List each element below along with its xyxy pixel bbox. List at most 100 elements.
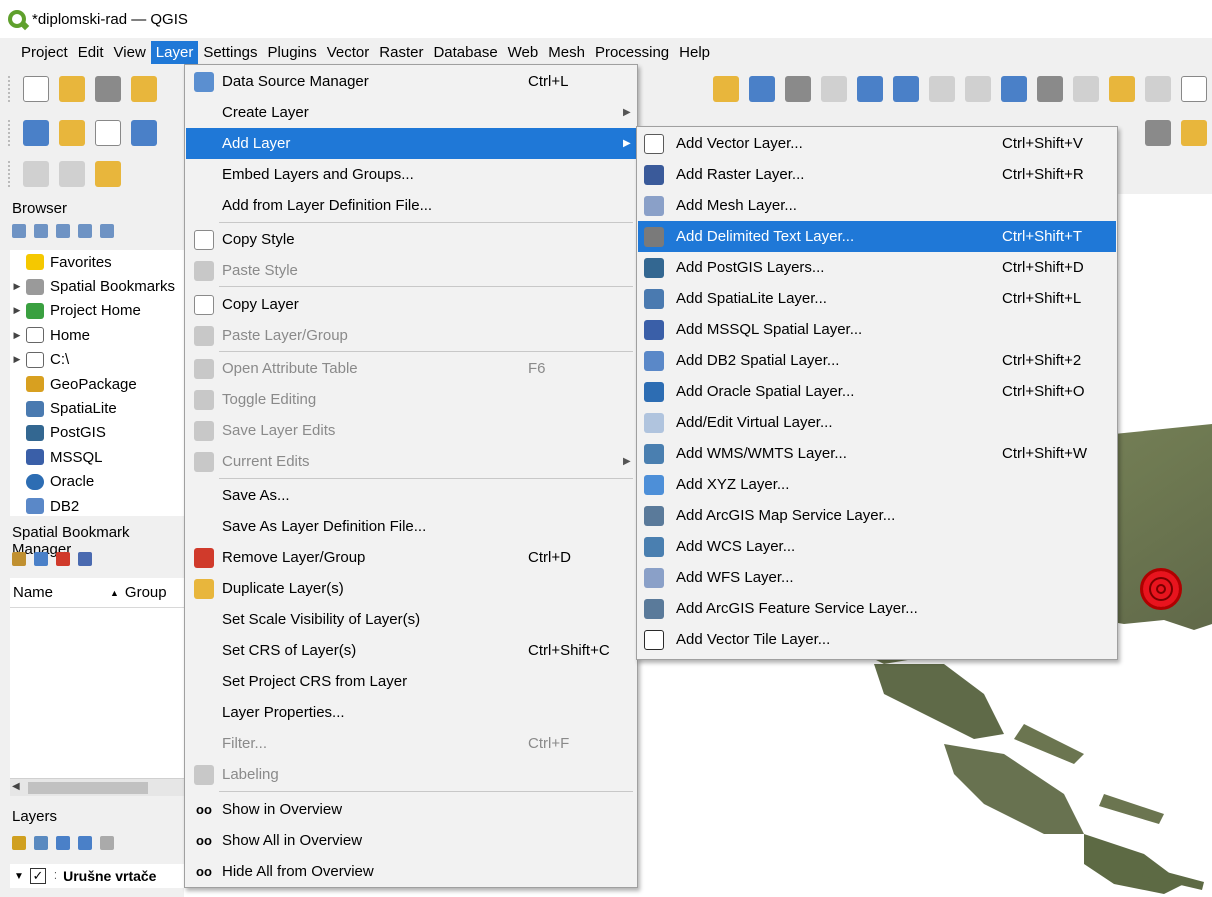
- filter-expression-icon[interactable]: [100, 836, 114, 850]
- submenu-item-add-vector-tile-layer[interactable]: Add Vector Tile Layer...: [638, 624, 1116, 655]
- menu-item-set-crs[interactable]: Set CRS of Layer(s) Ctrl+Shift+C: [186, 635, 636, 666]
- menu-plugins[interactable]: Plugins: [263, 41, 322, 64]
- submenu-item-add-xyz-layer[interactable]: Add XYZ Layer...: [638, 469, 1116, 500]
- submenu-item-add-wfs-layer[interactable]: Add WFS Layer...: [638, 562, 1116, 593]
- layer-visibility-checkbox[interactable]: ✓: [29, 868, 46, 884]
- menu-edit[interactable]: Edit: [73, 41, 109, 64]
- toggle-editing-icon[interactable]: [59, 161, 85, 187]
- tree-item-geopackage[interactable]: GeoPackage: [10, 372, 184, 396]
- processing-toolbox-icon[interactable]: [1001, 76, 1027, 102]
- locator-icon[interactable]: [1145, 76, 1171, 102]
- submenu-item-add-db2-layer[interactable]: Add DB2 Spatial Layer... Ctrl+Shift+2: [638, 345, 1116, 376]
- menu-item-data-source-manager[interactable]: Data Source Manager Ctrl+L: [186, 66, 636, 97]
- toolbar-grip[interactable]: [8, 76, 12, 102]
- toolbar-grip[interactable]: [8, 161, 12, 187]
- visibility-icon[interactable]: [56, 836, 70, 850]
- menu-item-copy-layer[interactable]: Copy Layer: [186, 289, 636, 320]
- menu-layer[interactable]: Layer: [150, 40, 199, 64]
- tree-item-home[interactable]: ▶ Home: [10, 323, 184, 347]
- tree-item-project-home[interactable]: ▶ Project Home: [10, 299, 184, 323]
- column-header-group[interactable]: Group: [125, 584, 167, 601]
- menu-item-add-from-definition[interactable]: Add from Layer Definition File...: [186, 190, 636, 221]
- layer-tree-item[interactable]: ▼ ✓ ⁚ Urušne vrtače: [10, 864, 184, 888]
- submenu-item-add-vector-layer[interactable]: Add Vector Layer... Ctrl+Shift+V: [638, 128, 1116, 159]
- tree-item-postgis[interactable]: PostGIS: [10, 421, 184, 445]
- tree-item-oracle[interactable]: Oracle: [10, 470, 184, 494]
- python-console-icon[interactable]: [1181, 120, 1207, 146]
- save-project-icon[interactable]: [95, 76, 121, 102]
- identify-features-icon[interactable]: [713, 76, 739, 102]
- zoom-last-icon[interactable]: [785, 76, 811, 102]
- menu-item-set-project-crs[interactable]: Set Project CRS from Layer: [186, 666, 636, 697]
- new-spatialite-layer-icon[interactable]: [131, 120, 157, 146]
- menu-item-copy-style[interactable]: Copy Style: [186, 224, 636, 255]
- menu-item-add-layer[interactable]: Add Layer ▶: [186, 128, 636, 159]
- bookmark-table-body[interactable]: [10, 608, 184, 778]
- horizontal-scrollbar[interactable]: ◀: [10, 778, 184, 796]
- submenu-item-add-delimited-text-layer[interactable]: Add Delimited Text Layer... Ctrl+Shift+T: [638, 221, 1116, 252]
- select-features-icon[interactable]: [893, 76, 919, 102]
- submenu-item-add-raster-layer[interactable]: Add Raster Layer... Ctrl+Shift+R: [638, 159, 1116, 190]
- attribute-table-icon[interactable]: [929, 76, 955, 102]
- add-selected-layers-icon[interactable]: [12, 224, 26, 238]
- collapse-all-icon[interactable]: [78, 224, 92, 238]
- pan-map-icon[interactable]: [749, 76, 775, 102]
- menu-database[interactable]: Database: [428, 41, 502, 64]
- menu-settings[interactable]: Settings: [198, 41, 262, 64]
- temporal-controller-icon[interactable]: [821, 76, 847, 102]
- add-group-icon[interactable]: [34, 836, 48, 850]
- filter-legend-icon[interactable]: [78, 836, 92, 850]
- menu-item-set-scale-visibility[interactable]: Set Scale Visibility of Layer(s): [186, 604, 636, 635]
- new-bookmark-icon[interactable]: [34, 552, 48, 566]
- menu-project[interactable]: Project: [16, 41, 73, 64]
- menu-item-remove-layer[interactable]: Remove Layer/Group Ctrl+D: [186, 542, 636, 573]
- submenu-item-add-mesh-layer[interactable]: Add Mesh Layer...: [638, 190, 1116, 221]
- menu-view[interactable]: View: [109, 41, 151, 64]
- scrollbar-thumb[interactable]: [28, 782, 148, 794]
- zoom-to-bookmark-icon[interactable]: [12, 552, 26, 566]
- menu-vector[interactable]: Vector: [322, 41, 375, 64]
- browser-toggle-icon[interactable]: [1145, 120, 1171, 146]
- expand-arrow-icon[interactable]: ▶: [10, 354, 24, 365]
- new-print-layout-icon[interactable]: [131, 76, 157, 102]
- current-edits-icon[interactable]: [23, 161, 49, 187]
- menu-item-save-as[interactable]: Save As...: [186, 480, 636, 511]
- filter-icon[interactable]: [56, 224, 70, 238]
- field-calculator-icon[interactable]: [965, 76, 991, 102]
- new-project-icon[interactable]: [23, 76, 49, 102]
- scroll-left-icon[interactable]: ◀: [12, 781, 20, 792]
- submenu-item-add-arcgis-feature-service-layer[interactable]: Add ArcGIS Feature Service Layer...: [638, 593, 1116, 624]
- text-annotation-icon[interactable]: [1181, 76, 1207, 102]
- menu-processing[interactable]: Processing: [590, 41, 674, 64]
- menu-item-duplicate-layer[interactable]: Duplicate Layer(s): [186, 573, 636, 604]
- expand-arrow-icon[interactable]: ▶: [10, 305, 24, 316]
- refresh-icon[interactable]: [34, 224, 48, 238]
- menu-item-save-as-definition[interactable]: Save As Layer Definition File...: [186, 511, 636, 542]
- menu-item-layer-properties[interactable]: Layer Properties...: [186, 697, 636, 728]
- statistical-summary-icon[interactable]: [1037, 76, 1063, 102]
- data-source-manager-icon[interactable]: [23, 120, 49, 146]
- submenu-item-add-postgis-layers[interactable]: Add PostGIS Layers... Ctrl+Shift+D: [638, 252, 1116, 283]
- menu-item-show-in-overview[interactable]: oo Show in Overview: [186, 794, 636, 825]
- new-shapefile-layer-icon[interactable]: [95, 120, 121, 146]
- browser-tree[interactable]: Favorites ▶ Spatial Bookmarks ▶ Project Ho…: [10, 250, 184, 520]
- tree-item-spatial-bookmarks[interactable]: ▶ Spatial Bookmarks: [10, 274, 184, 298]
- menu-raster[interactable]: Raster: [374, 41, 428, 64]
- menu-item-embed-layers[interactable]: Embed Layers and Groups...: [186, 159, 636, 190]
- tree-item-db2[interactable]: DB2: [10, 494, 184, 518]
- submenu-item-add-virtual-layer[interactable]: Add/Edit Virtual Layer...: [638, 407, 1116, 438]
- expand-arrow-icon[interactable]: ▶: [10, 281, 24, 292]
- open-project-icon[interactable]: [59, 76, 85, 102]
- tree-item-favorites[interactable]: Favorites: [10, 250, 184, 274]
- collapse-arrow-icon[interactable]: ▼: [14, 871, 24, 882]
- delete-bookmark-icon[interactable]: [56, 552, 70, 566]
- new-geopackage-layer-icon[interactable]: [59, 120, 85, 146]
- tree-item-c-drive[interactable]: ▶ C:\: [10, 348, 184, 372]
- measure-line-icon[interactable]: [1073, 76, 1099, 102]
- toolbar-grip[interactable]: [8, 120, 12, 146]
- submenu-item-add-spatialite-layer[interactable]: Add SpatiaLite Layer... Ctrl+Shift+L: [638, 283, 1116, 314]
- tree-item-mssql[interactable]: MSSQL: [10, 445, 184, 469]
- submenu-item-add-wcs-layer[interactable]: Add WCS Layer...: [638, 531, 1116, 562]
- style-panel-icon[interactable]: [12, 836, 26, 850]
- properties-icon[interactable]: [100, 224, 114, 238]
